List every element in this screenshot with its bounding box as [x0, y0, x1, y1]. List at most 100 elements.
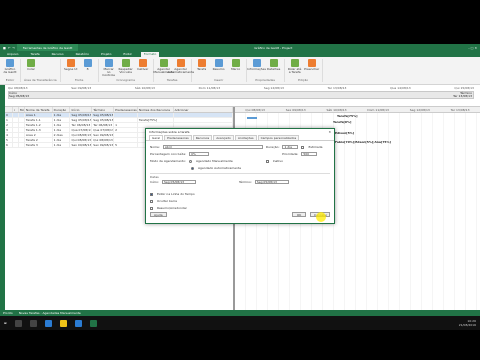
- show-timeline-checkbox[interactable]: [150, 192, 153, 196]
- ribbon-button[interactable]: Colar: [24, 59, 38, 71]
- start-field[interactable]: Seg 05/08/13: [161, 180, 196, 184]
- grid-column-header[interactable]: Nome da Tarefa: [25, 107, 53, 112]
- table-cell[interactable]: Qua 07/08/13: [92, 128, 115, 132]
- table-cell[interactable]: 4: [5, 133, 13, 137]
- table-cell[interactable]: Tarefa 2: [25, 138, 53, 142]
- tab-task[interactable]: Tarefa: [27, 52, 42, 57]
- table-cell[interactable]: 1: [5, 118, 13, 122]
- tab-view[interactable]: Exibir: [120, 52, 134, 57]
- rollup-checkbox[interactable]: [150, 206, 153, 210]
- table-cell[interactable]: Seg 05/08/13: [70, 118, 93, 122]
- priority-field[interactable]: 500: [301, 152, 318, 156]
- schedule-auto-radio[interactable]: [191, 166, 194, 170]
- table-cell[interactable]: 1 dia: [53, 118, 71, 122]
- table-cell[interactable]: Tarefa 1.1: [25, 118, 53, 122]
- ribbon-button[interactable]: 8: [81, 59, 95, 71]
- windows-start-icon[interactable]: ⊞: [4, 321, 7, 325]
- table-cell[interactable]: 5: [5, 138, 13, 142]
- inactive-checkbox[interactable]: [265, 159, 269, 163]
- schedule-manual-radio[interactable]: [188, 159, 192, 163]
- table-cell[interactable]: [174, 123, 234, 127]
- ribbon-button[interactable]: Segoe UI: [64, 59, 78, 71]
- grid-column-header[interactable]: Predecessoras: [114, 107, 138, 112]
- ribbon-button[interactable]: Preencher: [304, 59, 319, 71]
- table-cell[interactable]: Tarefa 1.2: [25, 123, 53, 127]
- maximize-icon[interactable]: □: [471, 46, 474, 50]
- table-cell[interactable]: 2 dias: [53, 133, 71, 137]
- ribbon-button[interactable]: Marcar no Controle: [102, 59, 116, 77]
- table-cell[interactable]: 1 dia: [53, 138, 71, 142]
- table-cell[interactable]: 1 dia: [53, 123, 71, 127]
- table-cell[interactable]: Tarefa[75%]: [138, 118, 174, 122]
- tab-file[interactable]: Arquivo: [4, 52, 21, 57]
- store-icon[interactable]: [74, 319, 82, 327]
- table-cell[interactable]: 1: [114, 123, 138, 127]
- search-icon[interactable]: [14, 319, 22, 327]
- grid-column-header[interactable]: Duração: [53, 107, 71, 112]
- help-button[interactable]: Ajuda: [150, 212, 167, 217]
- hide-bar-checkbox[interactable]: [150, 199, 153, 203]
- table-cell[interactable]: 1 dia: [53, 113, 71, 117]
- table-cell[interactable]: Qui 08/08/13: [92, 138, 115, 142]
- table-cell[interactable]: 2: [114, 128, 138, 132]
- estimated-checkbox[interactable]: [301, 145, 305, 149]
- table-cell[interactable]: 3: [5, 128, 13, 132]
- finish-field[interactable]: Seg 05/08/13: [254, 180, 289, 184]
- table-cell[interactable]: [114, 113, 138, 117]
- minimize-icon[interactable]: –: [468, 46, 470, 50]
- ok-button[interactable]: OK: [292, 212, 306, 217]
- quick-access-toolbar[interactable]: ■ ↶ ↷: [3, 46, 15, 50]
- table-cell[interactable]: Seg 05/08/13: [92, 118, 115, 122]
- table-cell[interactable]: [138, 123, 174, 127]
- table-cell[interactable]: [114, 118, 138, 122]
- table-cell[interactable]: 0: [5, 113, 13, 117]
- tab-resource[interactable]: Recurso: [49, 52, 67, 57]
- table-cell[interactable]: Sex 09/08/13: [70, 143, 93, 147]
- table-cell[interactable]: Tarefa 3: [25, 143, 53, 147]
- percent-field[interactable]: 0%: [189, 152, 210, 156]
- table-cell[interactable]: Qui 08/08/13: [70, 133, 93, 137]
- table-cell[interactable]: Qua 07/08/13: [70, 128, 93, 132]
- table-cell[interactable]: Sex 09/08/13: [92, 143, 115, 147]
- ribbon-button[interactable]: Detalhes: [267, 59, 281, 71]
- tab-report[interactable]: Relatório: [73, 52, 92, 57]
- ribbon-button[interactable]: Gráfico de Gantt: [3, 59, 17, 74]
- ribbon-button[interactable]: Agendar Automaticamente: [167, 59, 194, 74]
- system-tray[interactable]: 10:26 21/08/2016: [459, 319, 476, 327]
- grid-column-header[interactable]: [5, 107, 13, 112]
- table-cell[interactable]: [174, 113, 234, 117]
- status-new-tasks[interactable]: Novas Tarefas : Agendadas Manualmente: [19, 311, 81, 315]
- table-cell[interactable]: [114, 133, 138, 137]
- ribbon-button[interactable]: Tarefa: [195, 59, 209, 71]
- undo-icon[interactable]: ↶: [8, 46, 11, 50]
- table-cell[interactable]: Area 2: [25, 133, 53, 137]
- dialog-close-icon[interactable]: ✕: [328, 130, 331, 134]
- ribbon-button[interactable]: Rolar até a Tarefa: [288, 59, 302, 74]
- table-cell[interactable]: Qui 08/08/13: [70, 138, 93, 142]
- ribbon-button[interactable]: Informações: [247, 59, 266, 71]
- grid-column-header[interactable]: Nomes dos Recursos: [138, 107, 174, 112]
- table-cell[interactable]: [138, 113, 174, 117]
- table-cell[interactable]: [174, 118, 234, 122]
- tab-project[interactable]: Projeto: [98, 52, 114, 57]
- save-icon[interactable]: ■: [3, 46, 6, 50]
- table-cell[interactable]: 1 dia: [53, 128, 71, 132]
- table-cell[interactable]: Ter 06/08/13: [92, 123, 115, 127]
- project-icon[interactable]: [89, 319, 97, 327]
- table-cell[interactable]: [114, 138, 138, 142]
- dialog-tab-predecessors[interactable]: Predecessoras: [164, 135, 192, 140]
- table-cell[interactable]: 2: [5, 123, 13, 127]
- ribbon-button[interactable]: Marco: [229, 59, 243, 71]
- redo-icon[interactable]: ↷: [12, 46, 15, 50]
- dialog-tab-general[interactable]: Geral: [149, 135, 164, 140]
- timeline-bar[interactable]: [8, 91, 474, 99]
- dialog-tab-advanced[interactable]: Avançado: [213, 135, 234, 140]
- grid-column-header[interactable]: Término: [92, 107, 115, 112]
- duration-field[interactable]: 1 dia: [282, 145, 299, 149]
- task-view-icon[interactable]: [29, 319, 37, 327]
- table-cell[interactable]: 6: [5, 143, 13, 147]
- table-cell[interactable]: Seg 05/08/13: [92, 113, 115, 117]
- table-cell[interactable]: Area 1: [25, 113, 53, 117]
- close-icon[interactable]: ✕: [474, 46, 477, 50]
- name-field[interactable]: Abril: [162, 145, 263, 149]
